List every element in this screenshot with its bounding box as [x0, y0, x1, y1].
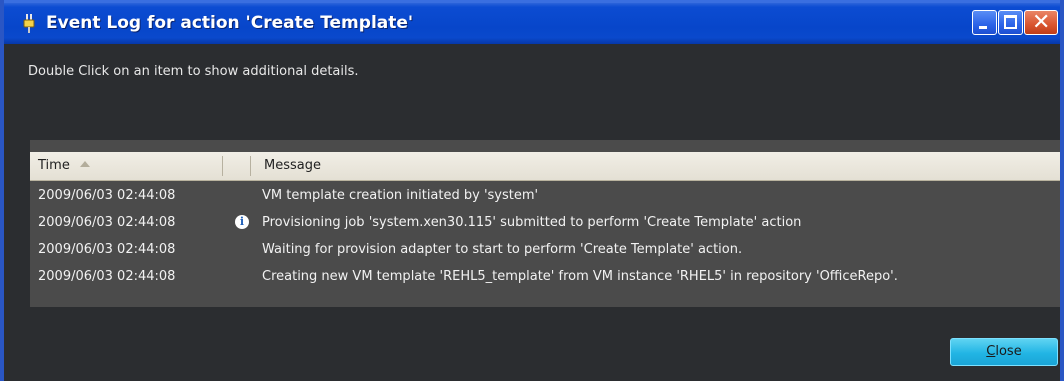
column-divider[interactable]: [250, 156, 251, 176]
event-log-table[interactable]: Time Message 2009/06/03 02:44:08 VM temp…: [30, 140, 1060, 307]
plug-icon: [23, 14, 35, 33]
cell-message: Provisioning job 'system.xen30.115' subm…: [262, 215, 802, 230]
window-title: Event Log for action 'Create Template': [46, 13, 414, 33]
table-row[interactable]: 2009/06/03 02:44:08 VM template creation…: [30, 182, 1060, 209]
sort-ascending-icon: [79, 160, 90, 167]
column-divider[interactable]: [222, 156, 223, 176]
maximize-button[interactable]: [998, 10, 1023, 35]
table-row[interactable]: 2009/06/03 02:44:08 i Provisioning job '…: [30, 209, 1060, 236]
instruction-text: Double Click on an item to show addition…: [28, 64, 359, 79]
column-header-message[interactable]: Message: [264, 152, 564, 180]
minimize-icon: [979, 26, 987, 29]
table-header: Time Message: [30, 152, 1060, 181]
column-header-time[interactable]: Time: [38, 152, 218, 180]
cell-time: 2009/06/03 02:44:08: [38, 269, 176, 284]
close-button-label: Close: [986, 344, 1022, 359]
info-icon: i: [235, 215, 249, 229]
column-header-time-label: Time: [38, 158, 70, 173]
title-bar[interactable]: Event Log for action 'Create Template' ✕: [4, 0, 1060, 44]
cell-message: VM template creation initiated by 'syste…: [262, 188, 539, 203]
event-log-window: Event Log for action 'Create Template' ✕…: [0, 0, 1064, 381]
maximize-icon: [1004, 15, 1017, 29]
cell-time: 2009/06/03 02:44:08: [38, 242, 176, 257]
cell-time: 2009/06/03 02:44:08: [38, 188, 176, 203]
close-window-button[interactable]: ✕: [1024, 10, 1058, 35]
close-icon: ✕: [1032, 10, 1051, 35]
cell-time: 2009/06/03 02:44:08: [38, 215, 176, 230]
cell-message: Waiting for provision adapter to start t…: [262, 242, 743, 257]
close-button[interactable]: Close: [950, 338, 1058, 366]
column-header-icon[interactable]: [224, 152, 246, 180]
cell-message: Creating new VM template 'REHL5_template…: [262, 269, 898, 284]
table-row[interactable]: 2009/06/03 02:44:08 Creating new VM temp…: [30, 263, 1060, 290]
minimize-button[interactable]: [972, 10, 997, 35]
table-row[interactable]: 2009/06/03 02:44:08 Waiting for provisio…: [30, 236, 1060, 263]
